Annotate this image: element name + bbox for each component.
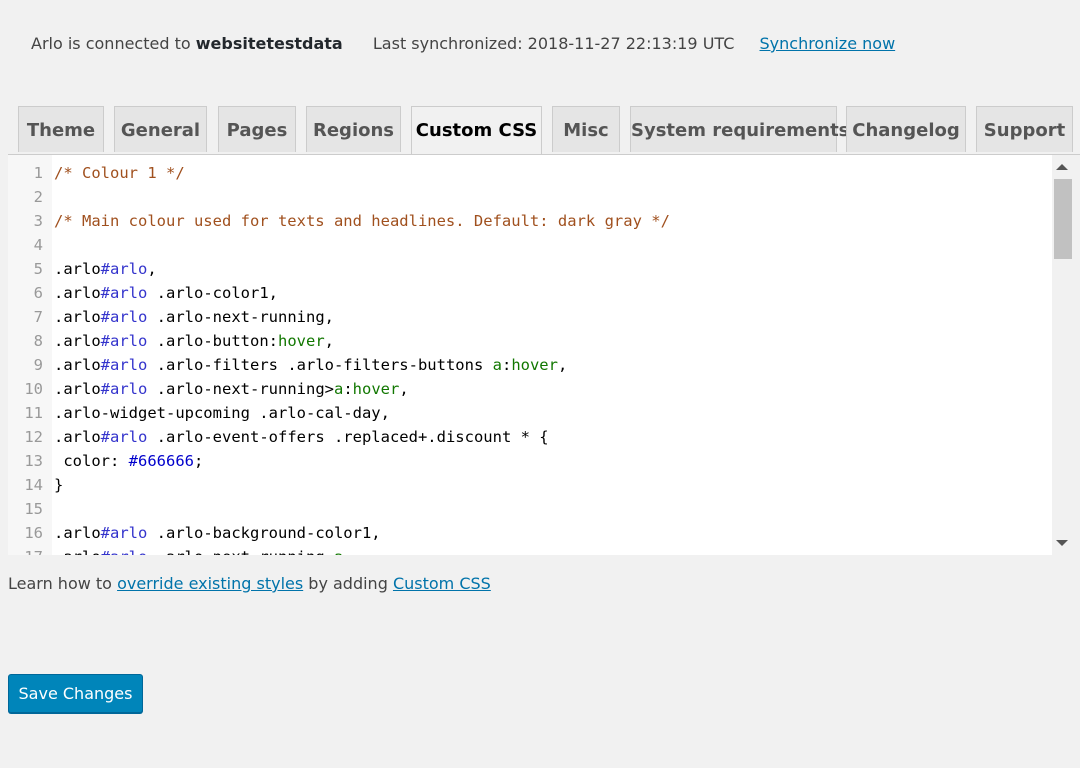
code-line[interactable]: 5 .arlo#arlo, — [8, 257, 1052, 281]
scroll-up-arrow-icon[interactable] — [1056, 164, 1068, 170]
last-sync-label: Last synchronized: — [372, 34, 523, 53]
code-line[interactable]: 11 .arlo-widget-upcoming .arlo-cal-day, — [8, 401, 1052, 425]
code-lines[interactable]: 1/* Colour 1 */ 2 3/* Main colour used f… — [8, 161, 1052, 555]
code-line[interactable]: 6 .arlo#arlo .arlo-color1, — [8, 281, 1052, 305]
tab-misc[interactable]: Misc — [552, 106, 620, 152]
scroll-down-arrow-icon[interactable] — [1056, 540, 1068, 546]
scroll-thumb[interactable] — [1054, 179, 1072, 259]
help-text: Learn how to override existing styles by… — [8, 574, 491, 593]
settings-tabs: Theme General Pages Regions Custom CSS M… — [8, 106, 1080, 155]
editor-scrollbar[interactable] — [1052, 155, 1072, 555]
tab-pages[interactable]: Pages — [218, 106, 296, 152]
last-sync-value: 2018-11-27 22:13:19 UTC — [527, 34, 735, 53]
tab-regions[interactable]: Regions — [306, 106, 401, 152]
tab-changelog[interactable]: Changelog — [846, 106, 966, 152]
code-line[interactable]: 12 .arlo#arlo .arlo-event-offers .replace… — [8, 425, 1052, 449]
status-prefix: Arlo is connected to — [31, 34, 191, 53]
connection-status: Arlo is connected to websitetestdata Las… — [31, 34, 895, 53]
code-line[interactable]: 3/* Main colour used for texts and headl… — [8, 209, 1052, 233]
tab-custom-css[interactable]: Custom CSS — [411, 106, 542, 154]
code-line[interactable]: 14} — [8, 473, 1052, 497]
code-line[interactable]: 7 .arlo#arlo .arlo-next-running, — [8, 305, 1052, 329]
tab-theme[interactable]: Theme — [18, 106, 104, 152]
connection-name: websitetestdata — [195, 34, 343, 53]
tab-general[interactable]: General — [114, 106, 207, 152]
code-line[interactable]: 13 color: #666666; — [8, 449, 1052, 473]
override-styles-link[interactable]: override existing styles — [117, 574, 303, 593]
code-line[interactable]: 8 .arlo#arlo .arlo-button:hover, — [8, 329, 1052, 353]
code-line[interactable]: 17.arlo#arlo .arlo-next-running a, — [8, 545, 1052, 555]
css-code-editor[interactable]: 1/* Colour 1 */ 2 3/* Main colour used f… — [8, 155, 1072, 555]
code-line[interactable]: 4 — [8, 233, 1052, 257]
custom-css-link[interactable]: Custom CSS — [393, 574, 491, 593]
code-line[interactable]: 16 .arlo#arlo .arlo-background-color1, — [8, 521, 1052, 545]
code-line[interactable]: 2 — [8, 185, 1052, 209]
code-line[interactable]: 9 .arlo#arlo .arlo-filters .arlo-filters-… — [8, 353, 1052, 377]
save-changes-button[interactable]: Save Changes — [8, 674, 143, 713]
code-line[interactable]: 1/* Colour 1 */ — [8, 161, 1052, 185]
code-line[interactable]: 15 — [8, 497, 1052, 521]
tab-system-requirements[interactable]: System requirements — [630, 106, 849, 152]
code-line[interactable]: 10 .arlo#arlo .arlo-next-running>a:hover, — [8, 377, 1052, 401]
tab-support[interactable]: Support — [976, 106, 1073, 152]
synchronize-now-link[interactable]: Synchronize now — [760, 34, 896, 53]
